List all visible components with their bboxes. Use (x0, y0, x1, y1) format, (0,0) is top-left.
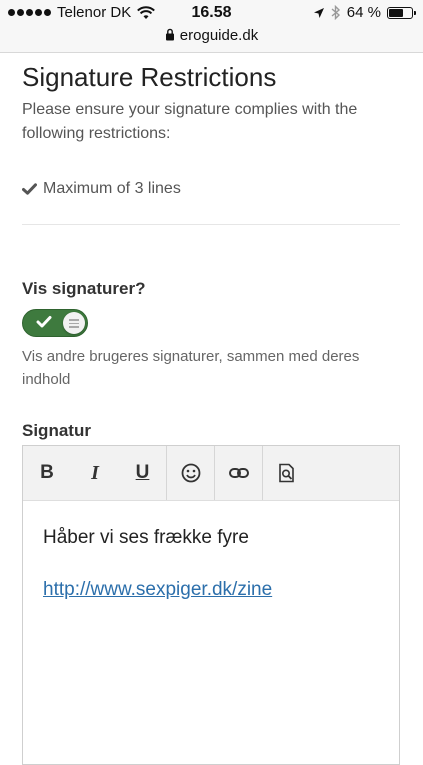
restrictions-title: Signature Restrictions (22, 62, 277, 92)
show-signatures-helper: Vis andre brugeres signaturer, sammen me… (22, 348, 360, 388)
battery-percent: 64 % (346, 4, 381, 21)
signature-line: Håber vi ses frække fyre (43, 527, 249, 548)
preview-button[interactable] (263, 446, 311, 500)
signature-link[interactable]: http://www.sexpiger.dk/zine (43, 575, 379, 605)
link-button[interactable] (215, 446, 263, 500)
show-signatures-label: Vis signaturer? (22, 279, 146, 298)
address-bar[interactable]: eroguide.dk (0, 27, 423, 44)
toggle-knob[interactable] (63, 312, 85, 334)
restrictions-description: Please ensure your signature complies wi… (22, 101, 358, 142)
location-arrow-icon (313, 7, 324, 18)
signature-editor: B I U Håber vi ses frække fyre http://ww… (22, 445, 400, 765)
restriction-item: Maximum of 3 lines (22, 180, 400, 198)
preview-icon (279, 463, 294, 483)
divider (22, 224, 400, 225)
smiley-icon (181, 463, 200, 483)
status-bar: Telenor DK 16.58 64 % eroguide.dk (0, 0, 423, 53)
bold-button[interactable]: B (23, 446, 71, 500)
signature-label: Signatur (22, 421, 91, 440)
signature-settings: Signature Restrictions Please ensure you… (22, 52, 400, 441)
underline-button[interactable]: U (119, 446, 167, 500)
url-text: eroguide.dk (179, 27, 259, 44)
italic-button[interactable]: I (71, 446, 119, 500)
battery-icon (387, 6, 416, 19)
bluetooth-icon (331, 5, 340, 20)
signature-text-area[interactable]: Håber vi ses frække fyre http://www.sexp… (23, 501, 399, 627)
editor-toolbar: B I U (23, 446, 399, 501)
emoji-button[interactable] (167, 446, 215, 500)
lock-icon (165, 28, 174, 41)
link-icon (228, 468, 249, 478)
checkmark-icon (22, 183, 37, 195)
show-signatures-toggle[interactable] (22, 309, 88, 337)
toggle-check-icon (36, 316, 52, 328)
restriction-text: Maximum of 3 lines (43, 180, 181, 197)
